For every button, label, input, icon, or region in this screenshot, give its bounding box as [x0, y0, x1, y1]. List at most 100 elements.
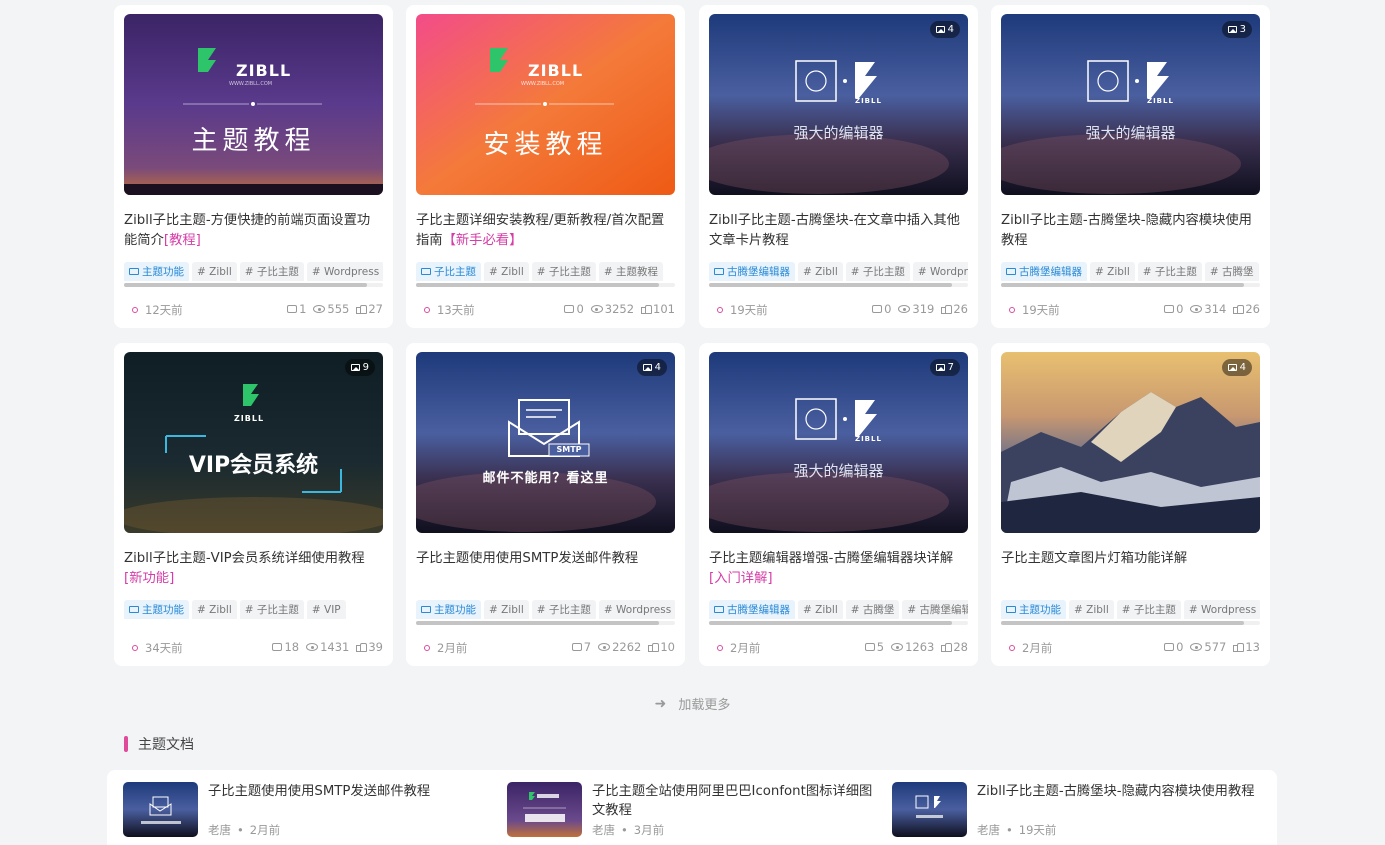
tag[interactable]: # Zibll [484, 262, 529, 281]
doc-thumbnail[interactable] [507, 782, 582, 837]
like-count[interactable]: 13 [1233, 640, 1260, 654]
tag[interactable]: # 古腾堡 [845, 600, 900, 619]
scrollbar-thumb[interactable] [124, 283, 367, 287]
tag[interactable]: # Wordpress [1183, 600, 1260, 619]
tag[interactable]: # 子比主题 [239, 262, 304, 281]
tag[interactable]: # Zibll [192, 262, 237, 281]
category-tag[interactable]: 主题功能 [1001, 600, 1066, 619]
post-card[interactable]: 4 ZIBLL 强大的编辑器 Zibll子比主题-古腾堡块-在文章中插入其他文章… [699, 5, 978, 328]
post-title[interactable]: 子比主题使用使用SMTP发送邮件教程 [416, 549, 675, 589]
tag-scrollbar[interactable] [124, 283, 383, 287]
category-tag[interactable]: 子比主题 [416, 262, 481, 281]
doc-author[interactable]: 老唐 [977, 823, 1000, 837]
post-thumbnail[interactable]: 4 ZIBLL 强大的编辑器 [709, 14, 968, 195]
post-title[interactable]: Zibll子比主题-方便快捷的前端页面设置功能简介[教程] [124, 211, 383, 251]
post-title[interactable]: Zibll子比主题-古腾堡块-隐藏内容模块使用教程 [1001, 211, 1260, 251]
tag[interactable]: # VIP [306, 600, 346, 619]
post-title-text[interactable]: Zibll子比主题-古腾堡块-在文章中插入其他文章卡片教程 [709, 213, 960, 248]
tag[interactable]: # 主题教程 [598, 262, 664, 281]
tag-scrollbar[interactable] [709, 621, 968, 625]
doc-item[interactable]: 子比主题全站使用阿里巴巴Iconfont图标详细图文教程 老唐 • 3月前 [507, 782, 877, 838]
like-count[interactable]: 10 [648, 640, 675, 654]
post-title-text[interactable]: 子比主题使用使用SMTP发送邮件教程 [416, 551, 638, 566]
load-more-label: 加载更多 [678, 698, 731, 713]
load-more-button[interactable]: ➜ 加载更多 [0, 694, 1385, 714]
tag[interactable]: # Wordpress [598, 600, 675, 619]
tag-scrollbar[interactable] [416, 283, 675, 287]
tag[interactable]: # Zibll [798, 600, 843, 619]
post-thumbnail[interactable]: 4 SMTP 邮件不能用？看这里 [416, 352, 675, 533]
tag[interactable]: # Wordpress [306, 262, 383, 281]
post-thumbnail[interactable]: ZIBLL WWW.ZIBLL.COM 安装教程 [416, 14, 675, 195]
tag[interactable]: # 子比主题 [845, 262, 910, 281]
tag[interactable]: # 古腾堡 [1204, 262, 1259, 281]
scrollbar-thumb[interactable] [1001, 283, 1244, 287]
post-card[interactable]: ZIBLL WWW.ZIBLL.COM 安装教程 子比主题详细安装教程/更新教程… [406, 5, 685, 328]
post-title-suffix: [入门详解] [709, 571, 773, 586]
post-title-text[interactable]: 子比主题编辑器增强-古腾堡编辑器块详解 [709, 551, 953, 566]
post-title[interactable]: 子比主题文章图片灯箱功能详解 [1001, 549, 1260, 589]
post-thumbnail[interactable]: ZIBLL WWW.ZIBLL.COM 主题教程 [124, 14, 383, 195]
doc-author[interactable]: 老唐 [208, 823, 231, 837]
post-card[interactable]: 9 ZIBLL VIP会员系统 Zibll子比主题-VIP会员系统详细使用教程 [… [114, 343, 393, 666]
tag[interactable]: # Zibll [798, 262, 843, 281]
like-count[interactable]: 101 [641, 302, 675, 316]
post-card[interactable]: 4 SMTP 邮件不能用？看这里 子比主题使用使用SMTP发送邮件教程 主题功能… [406, 343, 685, 666]
post-title[interactable]: Zibll子比主题-古腾堡块-在文章中插入其他文章卡片教程 [709, 211, 968, 251]
post-title[interactable]: 子比主题编辑器增强-古腾堡编辑器块详解 [入门详解] [709, 549, 968, 589]
doc-title[interactable]: 子比主题使用使用SMTP发送邮件教程 [208, 782, 493, 801]
post-thumbnail[interactable]: 4 [1001, 352, 1260, 533]
post-title-text[interactable]: Zibll子比主题-VIP会员系统详细使用教程 [124, 551, 365, 566]
scrollbar-thumb[interactable] [709, 283, 952, 287]
category-tag[interactable]: 主题功能 [124, 600, 189, 619]
scrollbar-thumb[interactable] [416, 621, 659, 625]
tag[interactable]: # 子比主题 [239, 600, 304, 619]
tag[interactable]: # Zibll [192, 600, 237, 619]
tag-scrollbar[interactable] [416, 621, 675, 625]
scrollbar-thumb[interactable] [416, 283, 659, 287]
doc-thumbnail[interactable] [892, 782, 967, 837]
doc-item[interactable]: 子比主题使用使用SMTP发送邮件教程 老唐 • 2月前 [123, 782, 493, 838]
post-title[interactable]: Zibll子比主题-VIP会员系统详细使用教程 [新功能] [124, 549, 383, 589]
tag-scrollbar[interactable] [1001, 621, 1260, 625]
doc-thumbnail[interactable] [123, 782, 198, 837]
post-thumbnail[interactable]: 3 ZIBLL 强大的编辑器 [1001, 14, 1260, 195]
post-card[interactable]: 4 子比主题文章图片灯箱功能详解 主题功能 # Zibll # 子比主题 # Word… [991, 343, 1270, 666]
post-card[interactable]: 3 ZIBLL 强大的编辑器 Zibll子比主题-古腾堡块-隐藏内容模块使用教程… [991, 5, 1270, 328]
tag[interactable]: # Zibll [1069, 600, 1114, 619]
category-tag[interactable]: 古腾堡编辑器 [709, 600, 795, 619]
doc-title[interactable]: Zibll子比主题-古腾堡块-隐藏内容模块使用教程 [977, 782, 1262, 801]
tag[interactable]: # 子比主题 [531, 600, 596, 619]
post-card[interactable]: ZIBLL WWW.ZIBLL.COM 主题教程 Zibll子比主题-方便快捷的… [114, 5, 393, 328]
post-title-text[interactable]: 子比主题文章图片灯箱功能详解 [1001, 551, 1187, 566]
category-tag[interactable]: 主题功能 [124, 262, 189, 281]
doc-item[interactable]: Zibll子比主题-古腾堡块-隐藏内容模块使用教程 老唐 • 19天前 [892, 782, 1262, 838]
category-tag[interactable]: 主题功能 [416, 600, 481, 619]
post-card[interactable]: 7 ZIBLL 强大的编辑器 子比主题编辑器增强-古腾堡编辑器块详解 [入门详解]… [699, 343, 978, 666]
doc-title[interactable]: 子比主题全站使用阿里巴巴Iconfont图标详细图文教程 [592, 782, 877, 820]
tag[interactable]: # 子比主题 [531, 262, 596, 281]
like-count[interactable]: 26 [941, 302, 968, 316]
tag[interactable]: # 子比主题 [1116, 600, 1181, 619]
category-tag[interactable]: 古腾堡编辑器 [709, 262, 795, 281]
scrollbar-thumb[interactable] [709, 621, 952, 625]
post-title-text[interactable]: Zibll子比主题-古腾堡块-隐藏内容模块使用教程 [1001, 213, 1252, 248]
tag-scrollbar[interactable] [709, 283, 968, 287]
category-tag[interactable]: 古腾堡编辑器 [1001, 262, 1087, 281]
like-count[interactable]: 26 [1233, 302, 1260, 316]
like-count[interactable]: 27 [356, 302, 383, 316]
post-title[interactable]: 子比主题详细安装教程/更新教程/首次配置指南【新手必看】 [416, 211, 675, 251]
tag[interactable]: # Zibll [484, 600, 529, 619]
doc-author[interactable]: 老唐 [592, 823, 615, 837]
tag[interactable]: # 古腾堡编辑器 [902, 600, 968, 619]
like-count[interactable]: 39 [356, 640, 383, 654]
tag[interactable]: # Wordpress [912, 262, 968, 281]
like-count[interactable]: 28 [941, 640, 968, 654]
post-title-text[interactable]: Zibll子比主题-方便快捷的前端页面设置功能简介 [124, 213, 370, 248]
post-thumbnail[interactable]: 7 ZIBLL 强大的编辑器 [709, 352, 968, 533]
scrollbar-thumb[interactable] [1001, 621, 1244, 625]
tag[interactable]: # 子比主题 [1137, 262, 1202, 281]
post-thumbnail[interactable]: 9 ZIBLL VIP会员系统 [124, 352, 383, 533]
tag[interactable]: # Zibll [1090, 262, 1135, 281]
tag-scrollbar[interactable] [1001, 283, 1260, 287]
